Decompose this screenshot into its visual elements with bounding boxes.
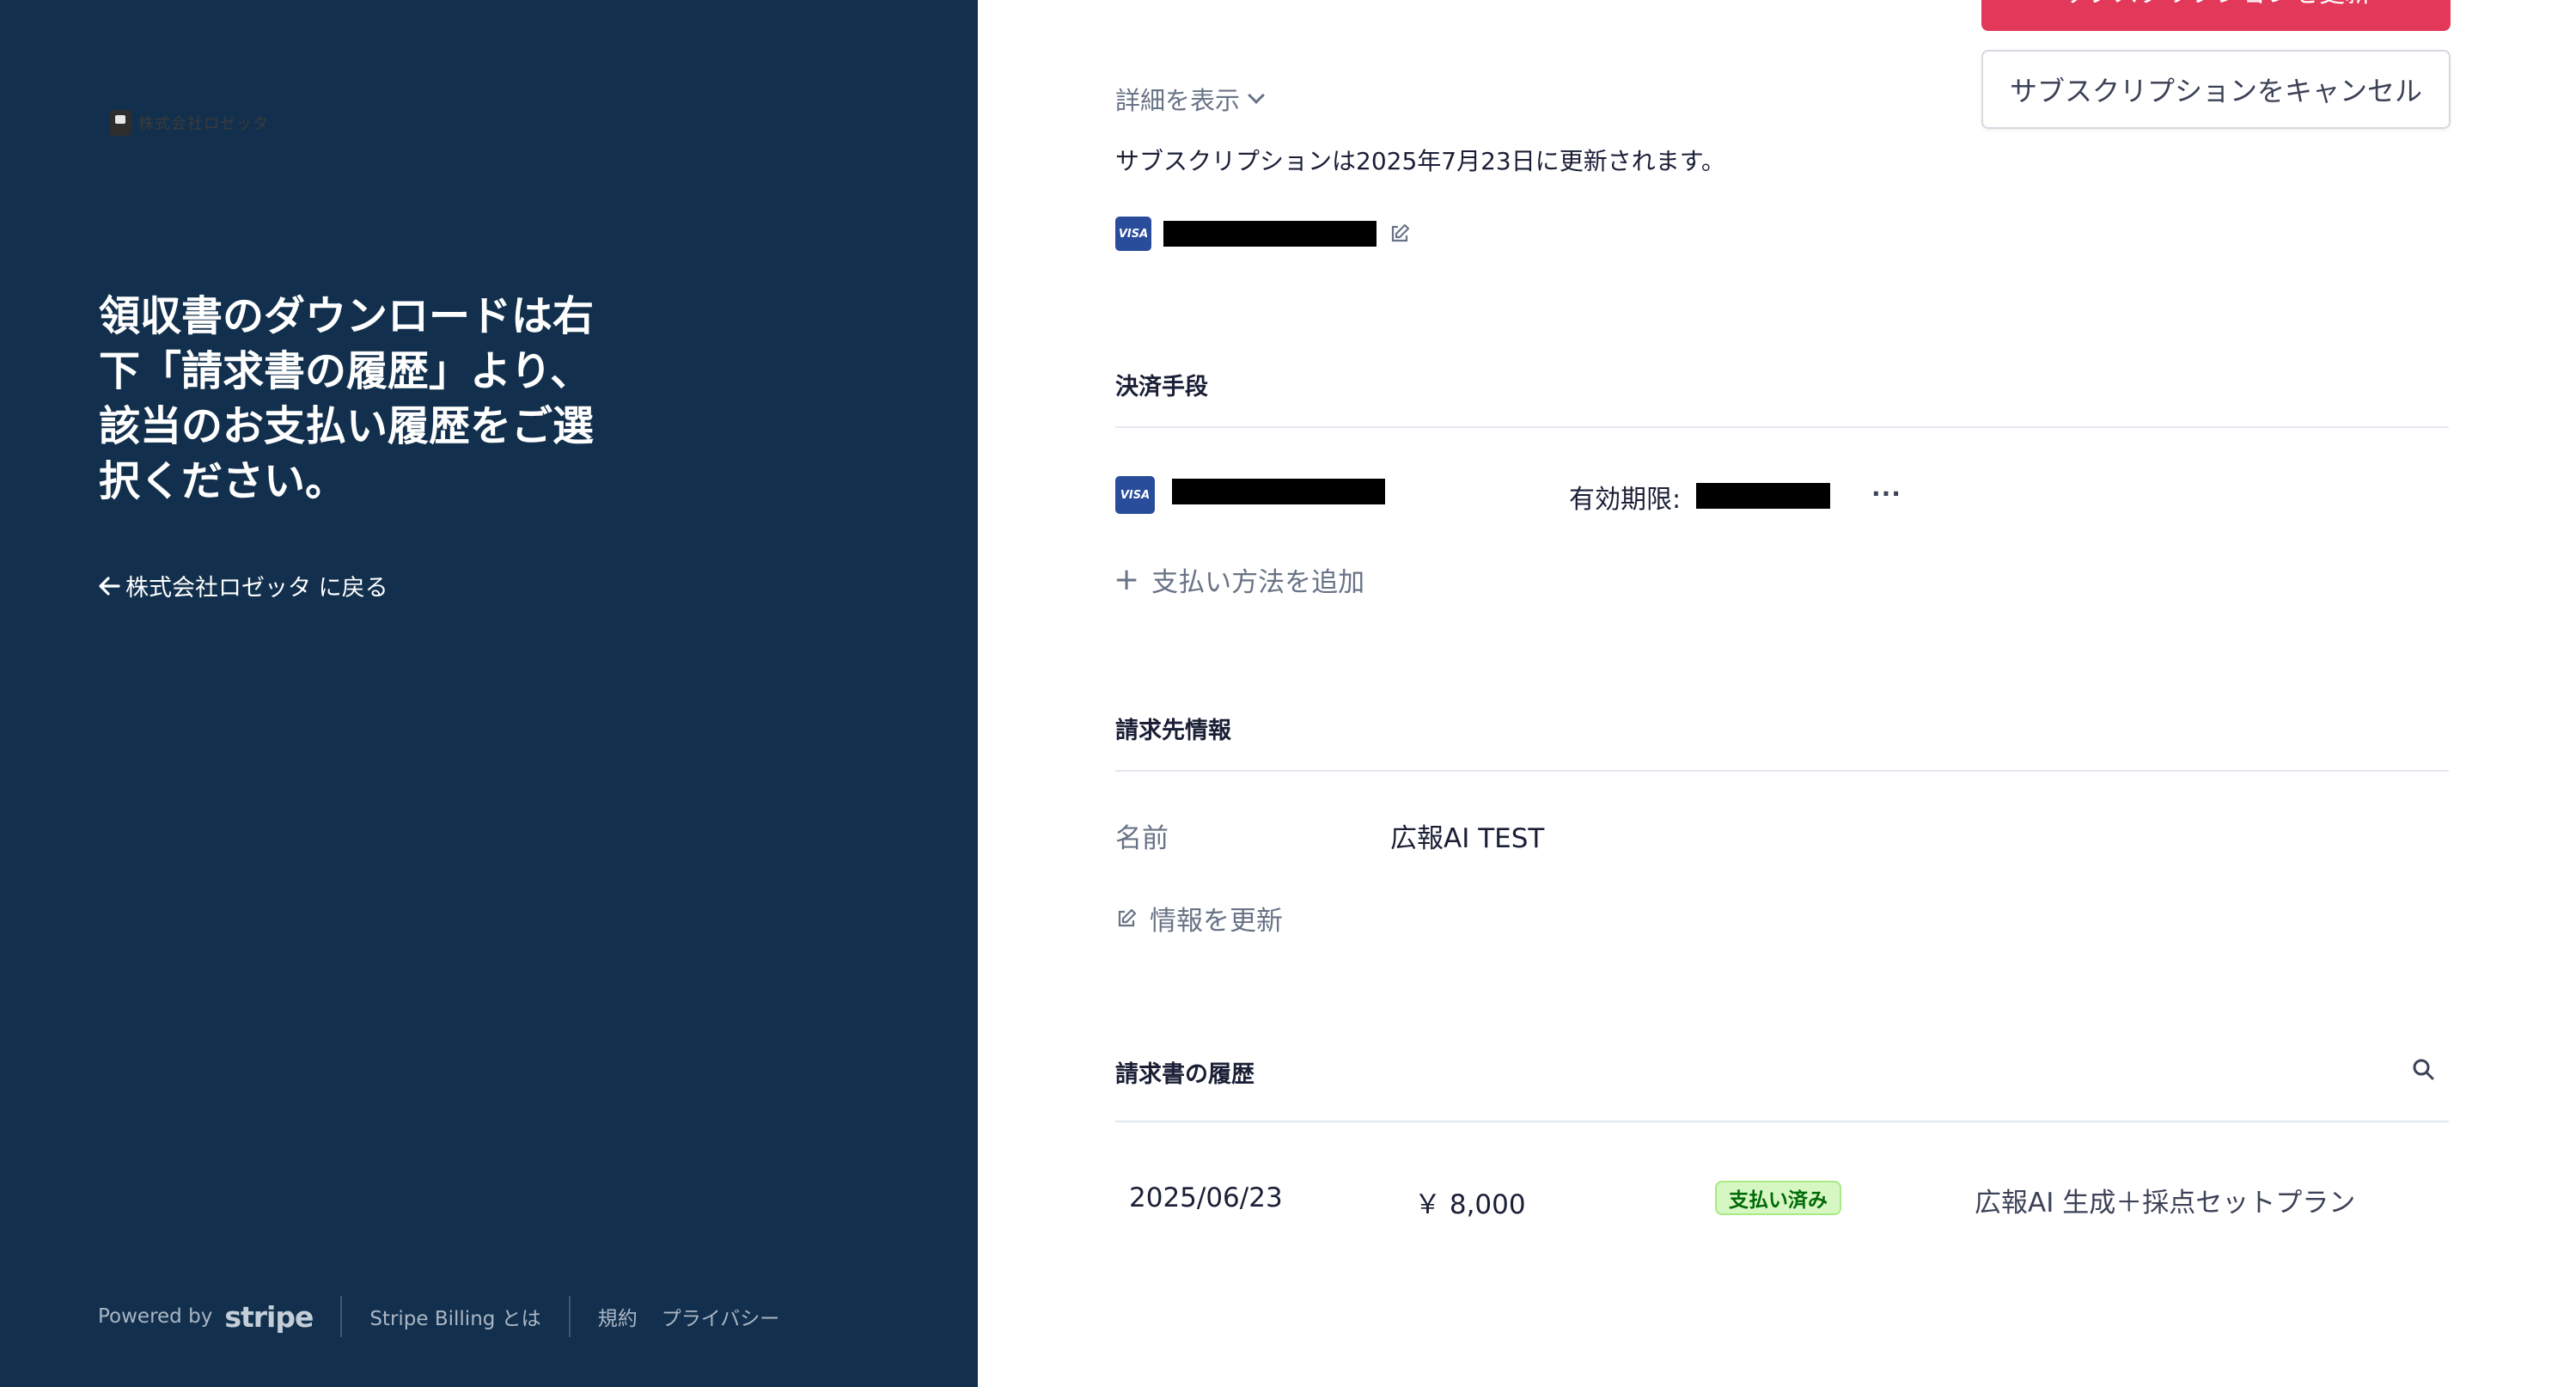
headline-line: 該当のお支払い履歴をご選 (99, 402, 595, 450)
billing-info-title: 請求先情報 (1115, 718, 1231, 744)
chevron-down-icon (1248, 87, 1265, 104)
update-info-button[interactable]: 情報を更新 (1115, 899, 1283, 938)
add-payment-method-label: 支払い方法を追加 (1151, 567, 1365, 598)
edit-icon (1118, 908, 1137, 926)
back-link[interactable]: 株式会社ロゼッタ に戻る (98, 569, 388, 602)
invoice-amount: ￥ 8,000 (1414, 1189, 1526, 1220)
billing-link[interactable]: Stripe Billing とは (369, 1302, 540, 1331)
payment-methods-title: 決済手段 (1115, 374, 1208, 400)
show-details-toggle[interactable]: 詳細を表示 (1115, 81, 1265, 117)
plus-icon: + (1114, 562, 1140, 597)
section-divider (1115, 770, 2449, 772)
powered-by-text: Powered by (98, 1305, 213, 1328)
redacted-card-number (1163, 221, 1377, 247)
status-badge: 支払い済み (1715, 1181, 1841, 1215)
headline-line: 択ください。 (99, 457, 347, 505)
expiry-label: 有効期限: (1569, 485, 1682, 515)
redacted-expiry (1696, 483, 1830, 509)
footer-divider (340, 1296, 343, 1337)
cancel-subscription-button[interactable]: サブスクリプションをキャンセル (1981, 50, 2451, 129)
ellipsis-icon[interactable]: ··· (1871, 480, 1901, 508)
edit-icon[interactable] (1389, 223, 1411, 245)
back-link-label: 株式会社ロゼッタ に戻る (125, 575, 388, 602)
update-info-label: 情報を更新 (1150, 906, 1283, 937)
stripe-logo[interactable]: stripe (224, 1300, 314, 1334)
add-payment-method-button[interactable]: + 支払い方法を追加 (1114, 560, 1364, 599)
section-divider (1115, 426, 2449, 428)
visa-card-icon: VISA (1115, 476, 1155, 514)
update-subscription-button[interactable]: サブスクリプションを更新 (1981, 0, 2451, 31)
footer: Powered by stripe Stripe Billing とは 規約 プ… (98, 1296, 779, 1337)
invoice-description: 広報AI 生成＋採点セットプラン (1975, 1188, 2356, 1219)
invoice-history-title: 請求書の履歴 (1115, 1061, 1254, 1088)
headline-line: 下「請求書の履歴」より、 (99, 347, 592, 395)
redacted-card-number (1172, 479, 1385, 504)
brand-name: 株式会社ロゼッタ (138, 115, 269, 133)
footer-divider (568, 1296, 571, 1337)
headline: 領収書のダウンロードは右 下「請求書の履歴」より、 該当のお支払い履歴をご選 択… (99, 289, 632, 509)
terms-link[interactable]: 規約 (598, 1302, 638, 1331)
privacy-link[interactable]: プライバシー (662, 1302, 780, 1331)
left-panel: 株式会社ロゼッタ 領収書のダウンロードは右 下「請求書の履歴」より、 該当のお支… (0, 0, 978, 1387)
search-icon[interactable] (2411, 1057, 2435, 1081)
name-value: 広報AI TEST (1390, 823, 1545, 854)
name-label: 名前 (1115, 823, 1169, 854)
invoice-date: 2025/06/23 (1129, 1182, 1283, 1213)
visa-card-icon: VISA (1115, 217, 1151, 251)
section-divider (1115, 1121, 2449, 1122)
arrow-left-icon (99, 576, 120, 596)
brand-logo (109, 110, 131, 136)
headline-line: 領収書のダウンロードは右 (99, 292, 595, 340)
show-details-label: 詳細を表示 (1115, 86, 1241, 115)
renewal-text: サブスクリプションは2025年7月23日に更新されます。 (1115, 147, 1725, 175)
brand[interactable]: 株式会社ロゼッタ (109, 110, 269, 136)
